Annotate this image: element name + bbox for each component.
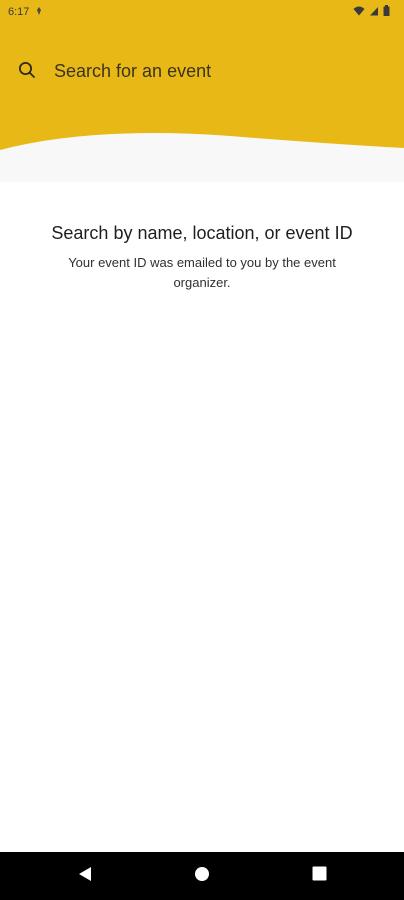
empty-state: Search by name, location, or event ID Yo… <box>40 221 364 293</box>
status-right <box>353 5 390 19</box>
signal-icon <box>369 6 379 19</box>
nav-recents-icon[interactable] <box>312 866 327 886</box>
nav-recents-button[interactable] <box>307 864 331 888</box>
nav-home-icon[interactable] <box>194 866 210 887</box>
nav-back-icon[interactable] <box>78 866 92 887</box>
header-wave <box>0 133 404 182</box>
navigation-bar <box>0 852 404 900</box>
search-bar[interactable] <box>0 50 404 90</box>
empty-state-title: Search by name, location, or event ID <box>51 223 353 243</box>
battery-icon <box>383 5 390 19</box>
search-icon[interactable] <box>18 61 36 79</box>
status-left: 6:17 <box>8 6 43 19</box>
status-time: 6:17 <box>8 6 30 18</box>
nav-back-button[interactable] <box>73 864 97 888</box>
status-bar: 6:17 <box>0 0 404 24</box>
empty-state-description: Your event ID was emailed to you by the … <box>68 255 336 290</box>
wifi-icon <box>353 6 365 19</box>
nav-home-button[interactable] <box>190 864 214 888</box>
search-input[interactable] <box>52 54 376 88</box>
notification-icon <box>35 6 43 19</box>
